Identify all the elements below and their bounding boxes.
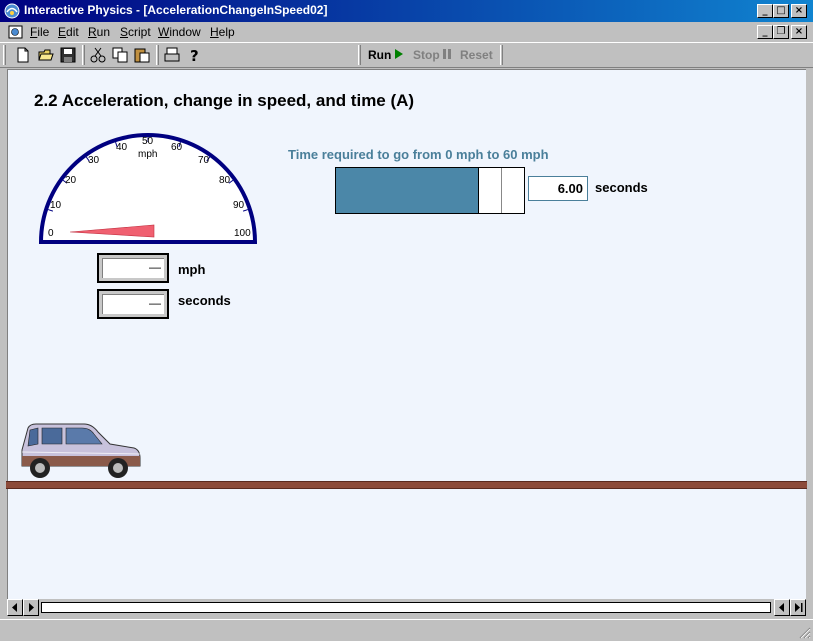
time-readout[interactable]: —	[97, 289, 169, 319]
scroll-left-icon	[12, 603, 17, 612]
doc-close-button[interactable]: ×	[791, 25, 807, 39]
speedometer-tick-0: 0	[48, 228, 54, 239]
minimize-button[interactable]: _	[757, 4, 773, 18]
new-file-icon[interactable]	[14, 46, 32, 64]
cut-scissors-icon[interactable]	[89, 46, 107, 64]
time-slider-thumb[interactable]	[501, 168, 502, 213]
close-button[interactable]: ×	[791, 4, 807, 18]
time-readout-field: —	[102, 294, 164, 314]
time-slider[interactable]	[335, 167, 525, 214]
doc-restore-icon: ❐	[776, 26, 786, 37]
window-titlebar[interactable]: Interactive Physics - [AccelerationChang…	[0, 0, 813, 22]
svg-text:?: ?	[190, 47, 199, 64]
scroll-right-end-icon	[795, 603, 803, 612]
maximize-button[interactable]: □	[773, 4, 789, 18]
speedometer-tick-30: 30	[88, 155, 100, 166]
toolbar-separator	[82, 45, 85, 65]
stop-button[interactable]: Stop	[413, 48, 452, 62]
menu-edit[interactable]: Edit	[58, 25, 79, 39]
scroll-track[interactable]	[41, 602, 771, 613]
speedometer-dial	[38, 133, 258, 244]
print-icon[interactable]	[163, 46, 181, 64]
menu-window[interactable]: Window	[158, 25, 201, 39]
time-readout-value: —	[149, 296, 161, 310]
doc-restore-button[interactable]: ❐	[773, 25, 789, 39]
close-icon: ×	[794, 5, 804, 16]
document-system-icon[interactable]	[8, 24, 24, 40]
menu-run[interactable]: Run	[88, 25, 110, 39]
time-slider-fill	[336, 168, 479, 213]
toolbar-separator	[500, 45, 503, 65]
run-play-icon	[395, 49, 404, 59]
menu-bar: File Edit Run Script Window Help _ ❐ ×	[0, 22, 813, 42]
speedometer-tick-20: 20	[65, 175, 77, 186]
run-button[interactable]: Run	[368, 48, 404, 62]
scroll-right-button[interactable]	[790, 599, 806, 616]
speed-readout[interactable]: —	[97, 253, 169, 283]
paste-icon[interactable]	[133, 46, 151, 64]
speedometer-tick-100: 100	[234, 228, 251, 239]
help-question-icon[interactable]: ?	[185, 46, 203, 64]
time-value-box[interactable]: 6.00	[528, 176, 588, 201]
speedometer-tick-60: 60	[171, 142, 183, 153]
menu-script[interactable]: Script	[120, 25, 151, 39]
speed-readout-value: —	[149, 260, 161, 274]
horizontal-scrollbar[interactable]	[7, 599, 806, 616]
minimize-icon: _	[762, 5, 768, 16]
doc-close-icon: ×	[794, 26, 804, 37]
doc-minimize-button[interactable]: _	[757, 25, 773, 39]
run-toolbar-grip[interactable]	[358, 45, 361, 65]
toolbar-grip[interactable]	[3, 45, 6, 65]
time-value-unit: seconds	[595, 180, 648, 195]
menu-help[interactable]: Help	[210, 25, 235, 39]
window-title: Interactive Physics - [AccelerationChang…	[24, 3, 328, 17]
stop-pause-icon	[442, 49, 451, 59]
maximize-icon: □	[776, 5, 786, 16]
reset-button[interactable]: Reset	[460, 48, 493, 62]
resize-grip-icon[interactable]	[797, 625, 811, 639]
ground	[6, 481, 807, 489]
toolbar: ? Run Stop Reset	[0, 42, 813, 68]
doc-minimize-icon: _	[762, 26, 768, 37]
speedometer[interactable]: 0 10 20 30 40 50 60 70 80 90 100 mph	[38, 130, 260, 247]
menu-file[interactable]: File	[30, 25, 49, 39]
slider-caption: Time required to go from 0 mph to 60 mph	[288, 147, 549, 162]
status-bar	[0, 619, 813, 641]
speedometer-tick-80: 80	[219, 175, 231, 186]
speed-unit-label: mph	[178, 262, 206, 277]
page-title: 2.2 Acceleration, change in speed, and t…	[34, 91, 415, 110]
time-unit-label: seconds	[178, 293, 231, 308]
interactive-physics-app-icon[interactable]	[4, 3, 20, 19]
simulation-canvas[interactable]: 2.2 Acceleration, change in speed, and t…	[6, 69, 807, 599]
speedometer-tick-40: 40	[116, 142, 128, 153]
copy-icon[interactable]	[111, 46, 129, 64]
open-folder-icon[interactable]	[37, 46, 55, 64]
speedometer-tick-90: 90	[233, 200, 245, 211]
time-value: 6.00	[557, 181, 583, 196]
save-disk-icon[interactable]	[59, 46, 77, 64]
speed-readout-field: —	[102, 258, 164, 278]
speedometer-unit: mph	[138, 149, 158, 160]
car[interactable]	[18, 422, 142, 480]
scroll-right-icon	[29, 603, 34, 612]
speedometer-tick-10: 10	[50, 200, 62, 211]
speedometer-tick-70: 70	[198, 155, 210, 166]
scroll-right-small-button[interactable]	[23, 599, 39, 616]
scroll-left-icon	[779, 603, 784, 612]
scroll-left-end-button[interactable]	[774, 599, 790, 616]
toolbar-separator	[156, 45, 159, 65]
speedometer-tick-50: 50	[142, 136, 154, 147]
scroll-left-button[interactable]	[7, 599, 23, 616]
